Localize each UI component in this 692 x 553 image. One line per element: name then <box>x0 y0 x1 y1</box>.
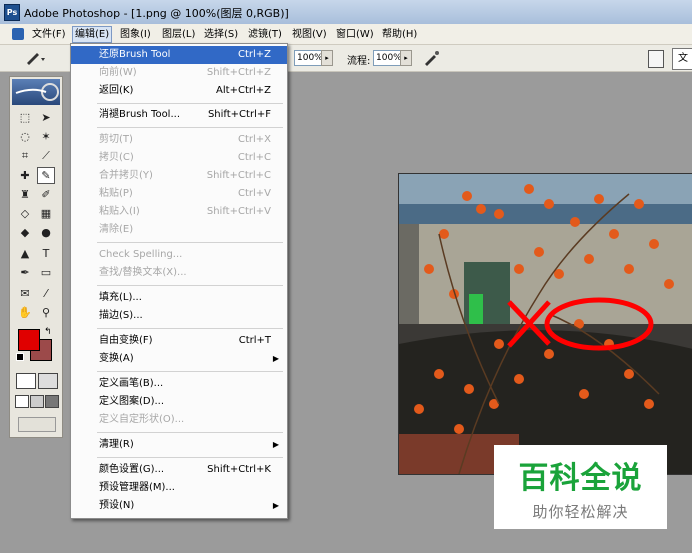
menu-item-free-transform[interactable]: 自由变换(F) Ctrl+T <box>71 332 287 350</box>
opacity-field[interactable]: 100% <box>294 50 323 66</box>
crop-tool-icon[interactable]: ⌗ <box>16 147 34 164</box>
menu-item-undo[interactable]: 还原Brush Tool Ctrl+Z <box>71 46 287 64</box>
lasso-tool-icon[interactable]: ◌ <box>16 128 34 145</box>
foreground-color-swatch[interactable] <box>18 329 40 351</box>
jump-to-imageready-icon[interactable] <box>18 417 56 432</box>
menu-item-purge[interactable]: 清理(R) ▶ <box>71 436 287 454</box>
submenu-arrow-icon: ▶ <box>272 354 279 363</box>
menu-separator <box>97 285 283 286</box>
persimmon-photo <box>399 174 692 474</box>
watermark-subtitle: 助你轻松解决 <box>532 503 629 521</box>
menu-item-color-settings[interactable]: 颜色设置(G)... Shift+Ctrl+K <box>71 461 287 479</box>
hand-tool-icon[interactable]: ✋ <box>16 304 34 321</box>
title-bar: Ps Adobe Photoshop - [1.png @ 100%(图层 0,… <box>0 0 692 25</box>
full-screen-menu-mode-icon[interactable] <box>30 395 44 408</box>
menu-bar: 文件(F) 编辑(E) 图象(I) 图层(L) 选择(S) 滤镜(T) 视图(V… <box>0 24 692 45</box>
healing-brush-tool-icon[interactable]: ✚ <box>16 167 34 184</box>
menu-filter[interactable]: 滤镜(T) <box>246 27 284 42</box>
menu-item-check-spelling[interactable]: Check Spelling... <box>71 246 287 264</box>
file-browser-button[interactable]: 文 <box>672 48 692 70</box>
palette-well-icon[interactable] <box>648 50 664 68</box>
photoshop-menu-icon[interactable] <box>12 28 24 40</box>
magic-wand-tool-icon[interactable]: ✶ <box>37 128 55 145</box>
menu-item-define-pattern[interactable]: 定义图案(D)... <box>71 393 287 411</box>
menu-item-copy-merged[interactable]: 合并拷贝(Y) Shift+Ctrl+C <box>71 167 287 185</box>
submenu-arrow-icon: ▶ <box>272 440 279 449</box>
airbrush-icon[interactable] <box>422 49 440 67</box>
clone-stamp-tool-icon[interactable]: ♜ <box>16 186 34 203</box>
menu-separator <box>97 103 283 104</box>
menu-item-preset-manager[interactable]: 预设管理器(M)... <box>71 479 287 497</box>
menu-item-step-backward[interactable]: 返回(K) Alt+Ctrl+Z <box>71 82 287 100</box>
menu-item-copy[interactable]: 拷贝(C) Ctrl+C <box>71 149 287 167</box>
menu-item-fill[interactable]: 填充(L)... <box>71 289 287 307</box>
opacity-dropdown-arrow[interactable]: ▸ <box>321 50 333 66</box>
brush-preset-icon[interactable] <box>24 50 46 66</box>
photoshop-app-icon: Ps <box>4 4 20 21</box>
toolbox-header-logo <box>12 79 60 105</box>
menu-image[interactable]: 图象(I) <box>118 27 153 42</box>
move-tool-icon[interactable]: ➤ <box>37 109 55 126</box>
notes-tool-icon[interactable]: ✉ <box>16 285 34 302</box>
window-title: Adobe Photoshop - [1.png @ 100%(图层 0,RGB… <box>24 7 289 20</box>
type-tool-icon[interactable]: T <box>37 245 55 262</box>
flow-dropdown-arrow[interactable]: ▸ <box>400 50 412 66</box>
menu-separator <box>97 328 283 329</box>
slice-tool-icon[interactable]: ⟋ <box>37 147 55 164</box>
menu-separator <box>97 371 283 372</box>
menu-item-paste[interactable]: 粘贴(P) Ctrl+V <box>71 185 287 203</box>
menu-item-fade[interactable]: 消褪Brush Tool... Shift+Ctrl+F <box>71 106 287 124</box>
menu-separator <box>97 242 283 243</box>
flow-field[interactable]: 100% <box>373 50 402 66</box>
menu-edit[interactable]: 编辑(E) <box>72 26 113 43</box>
menu-help[interactable]: 帮助(H) <box>380 27 419 42</box>
path-selection-tool-icon[interactable]: ▲ <box>16 245 34 262</box>
menu-layer[interactable]: 图层(L) <box>160 27 197 42</box>
watermark-title: 百科全说 <box>518 461 643 496</box>
quick-mask-mode-icon[interactable] <box>38 373 58 389</box>
marquee-tool-icon[interactable]: ⬚ <box>16 109 34 126</box>
brush-tool-icon[interactable]: ✎ <box>37 167 55 184</box>
dodge-tool-icon[interactable]: ● <box>37 224 55 241</box>
menu-item-clear[interactable]: 清除(E) <box>71 221 287 239</box>
menu-separator <box>97 457 283 458</box>
flow-label: 流程: <box>347 56 371 67</box>
menu-item-cut[interactable]: 剪切(T) Ctrl+X <box>71 131 287 149</box>
edit-menu-dropdown: 还原Brush Tool Ctrl+Z 向前(W) Shift+Ctrl+Z 返回(… <box>70 43 288 519</box>
menu-item-define-custom-shape[interactable]: 定义自定形状(O)... <box>71 411 287 429</box>
image-canvas[interactable] <box>398 173 692 475</box>
menu-item-define-brush[interactable]: 定义画笔(B)... <box>71 375 287 393</box>
menu-file[interactable]: 文件(F) <box>30 27 68 42</box>
history-brush-tool-icon[interactable]: ✐ <box>37 186 55 203</box>
watermark-logo: 百科全说 助你轻松解决 <box>494 445 667 529</box>
menu-item-paste-into[interactable]: 粘贴入(I) Shift+Ctrl+V <box>71 203 287 221</box>
standard-screen-mode-icon[interactable] <box>15 395 29 408</box>
gradient-tool-icon[interactable]: ▦ <box>37 205 55 222</box>
menu-item-stroke[interactable]: 描边(S)... <box>71 307 287 325</box>
menu-separator <box>97 127 283 128</box>
menu-item-transform[interactable]: 变换(A) ▶ <box>71 350 287 368</box>
full-screen-mode-icon[interactable] <box>45 395 59 408</box>
menu-select[interactable]: 选择(S) <box>202 27 240 42</box>
pen-tool-icon[interactable]: ✒ <box>16 264 34 281</box>
menu-item-find-replace[interactable]: 查找/替换文本(X)... <box>71 264 287 282</box>
submenu-arrow-icon: ▶ <box>272 501 279 510</box>
menu-separator <box>97 432 283 433</box>
blur-tool-icon[interactable]: ◆ <box>16 224 34 241</box>
zoom-tool-icon[interactable]: ⚲ <box>37 304 55 321</box>
standard-mode-icon[interactable] <box>16 373 36 389</box>
menu-window[interactable]: 窗口(W) <box>334 27 376 42</box>
menu-item-step-forward[interactable]: 向前(W) Shift+Ctrl+Z <box>71 64 287 82</box>
toolbox: ⬚ ➤ ◌ ✶ ⌗ ⟋ ✚ ✎ ♜ ✐ ◇ ▦ ◆ ● ▲ T ✒ ▭ ✉ ⁄ … <box>9 76 63 438</box>
default-colors-icon[interactable] <box>16 353 24 361</box>
menu-item-presets[interactable]: 预设(N) ▶ <box>71 497 287 515</box>
eraser-tool-icon[interactable]: ◇ <box>16 205 34 222</box>
menu-view[interactable]: 视图(V) <box>290 27 329 42</box>
shape-tool-icon[interactable]: ▭ <box>37 264 55 281</box>
eyedropper-tool-icon[interactable]: ⁄ <box>37 285 55 302</box>
swap-colors-icon[interactable]: ↰ <box>44 327 52 337</box>
